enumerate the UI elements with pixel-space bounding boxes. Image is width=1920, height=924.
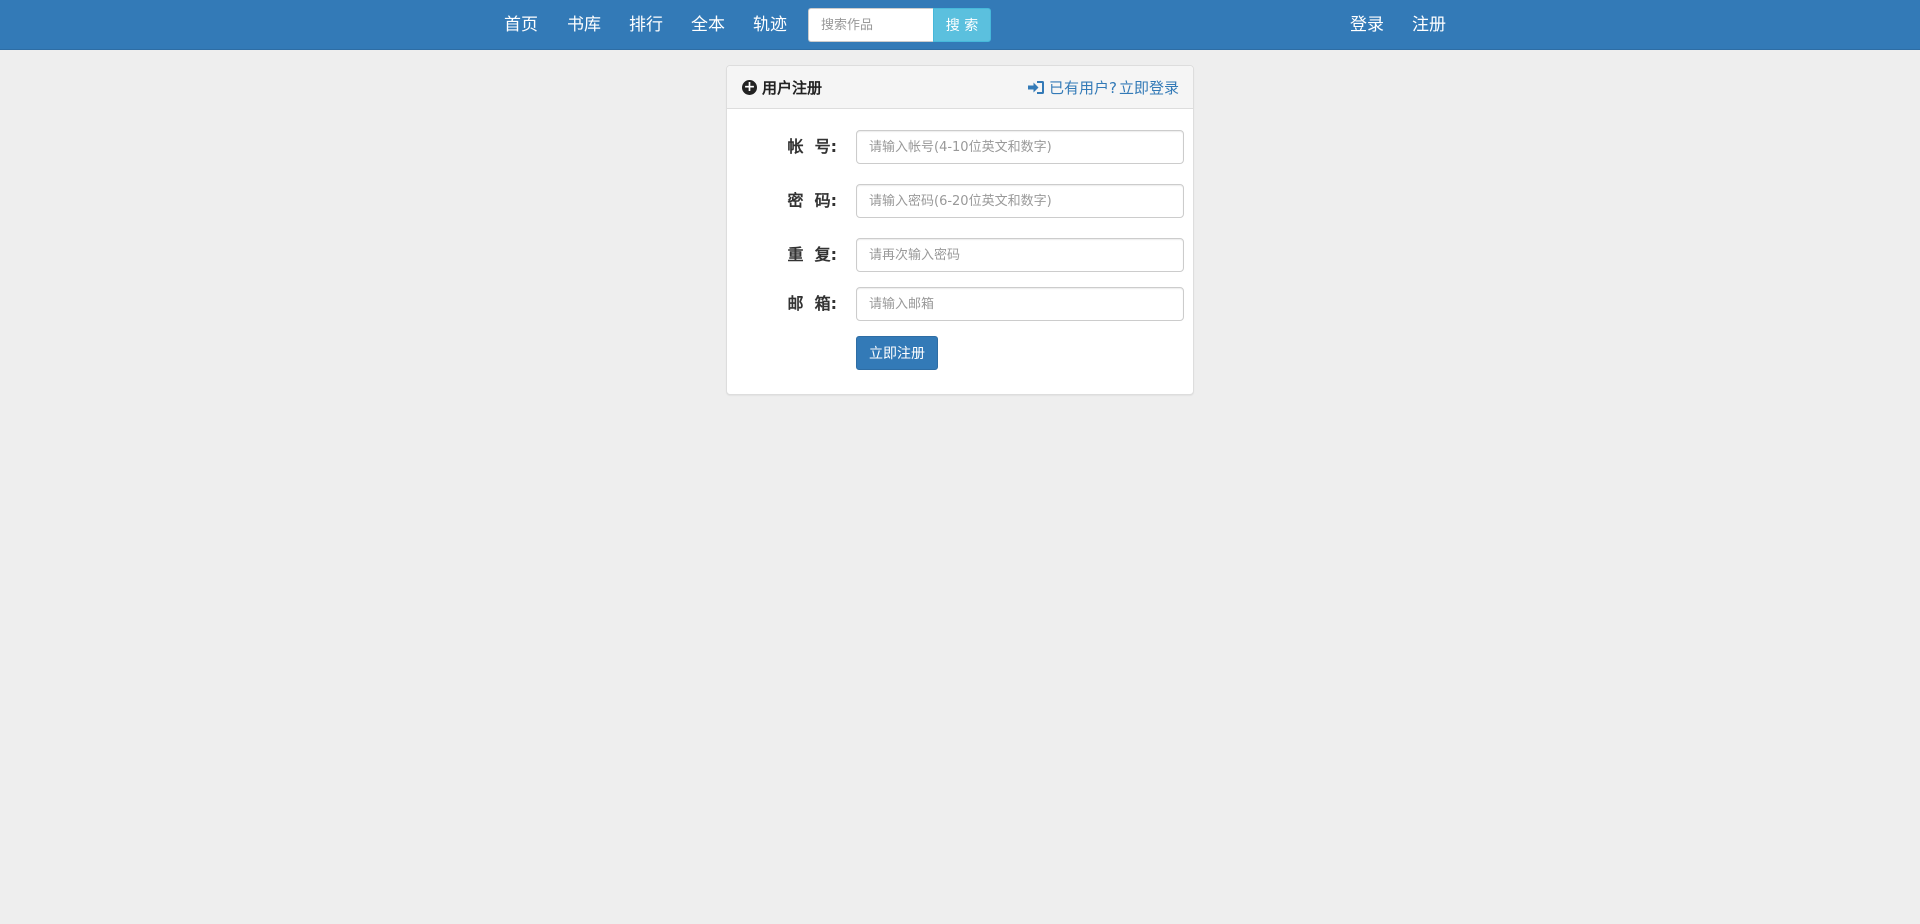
plus-circle-icon: + bbox=[742, 79, 757, 95]
nav-link-login[interactable]: 登录 bbox=[1350, 0, 1384, 50]
search-input[interactable] bbox=[808, 8, 934, 42]
nav-link-completed[interactable]: 全本 bbox=[691, 0, 725, 50]
login-link-text[interactable]: 立即登录 bbox=[1119, 77, 1179, 98]
register-panel: + 用户注册 已有用户? 立即登录 帐 号: 密 码: 重 复: 邮 箱: 立即… bbox=[726, 65, 1194, 395]
nav-link-ranking[interactable]: 排行 bbox=[629, 0, 663, 50]
panel-heading: + 用户注册 已有用户? 立即登录 bbox=[727, 66, 1193, 109]
panel-title: + 用户注册 bbox=[742, 66, 822, 109]
register-submit-button[interactable]: 立即注册 bbox=[856, 336, 938, 370]
account-label: 帐 号: bbox=[787, 137, 837, 156]
repeat-password-label: 重 复: bbox=[787, 245, 837, 264]
nav-link-history[interactable]: 轨迹 bbox=[753, 0, 787, 50]
account-input[interactable] bbox=[856, 130, 1184, 164]
nav-link-register[interactable]: 注册 bbox=[1412, 0, 1446, 50]
nav-link-home[interactable]: 首页 bbox=[504, 0, 538, 50]
repeat-password-input[interactable] bbox=[856, 238, 1184, 272]
log-in-icon bbox=[1028, 81, 1045, 94]
email-input[interactable] bbox=[856, 287, 1184, 321]
nav-link-library[interactable]: 书库 bbox=[567, 0, 601, 50]
login-link[interactable]: 已有用户? 立即登录 bbox=[1027, 66, 1179, 109]
email-label: 邮 箱: bbox=[787, 294, 837, 313]
password-input[interactable] bbox=[856, 184, 1184, 218]
login-prompt: 已有用户? bbox=[1049, 79, 1117, 97]
top-navbar: 首页 书库 排行 全本 轨迹 搜 索 登录 注册 bbox=[0, 0, 1920, 50]
panel-title-text: 用户注册 bbox=[762, 79, 823, 97]
search-button[interactable]: 搜 索 bbox=[933, 8, 991, 42]
password-label: 密 码: bbox=[787, 191, 837, 210]
